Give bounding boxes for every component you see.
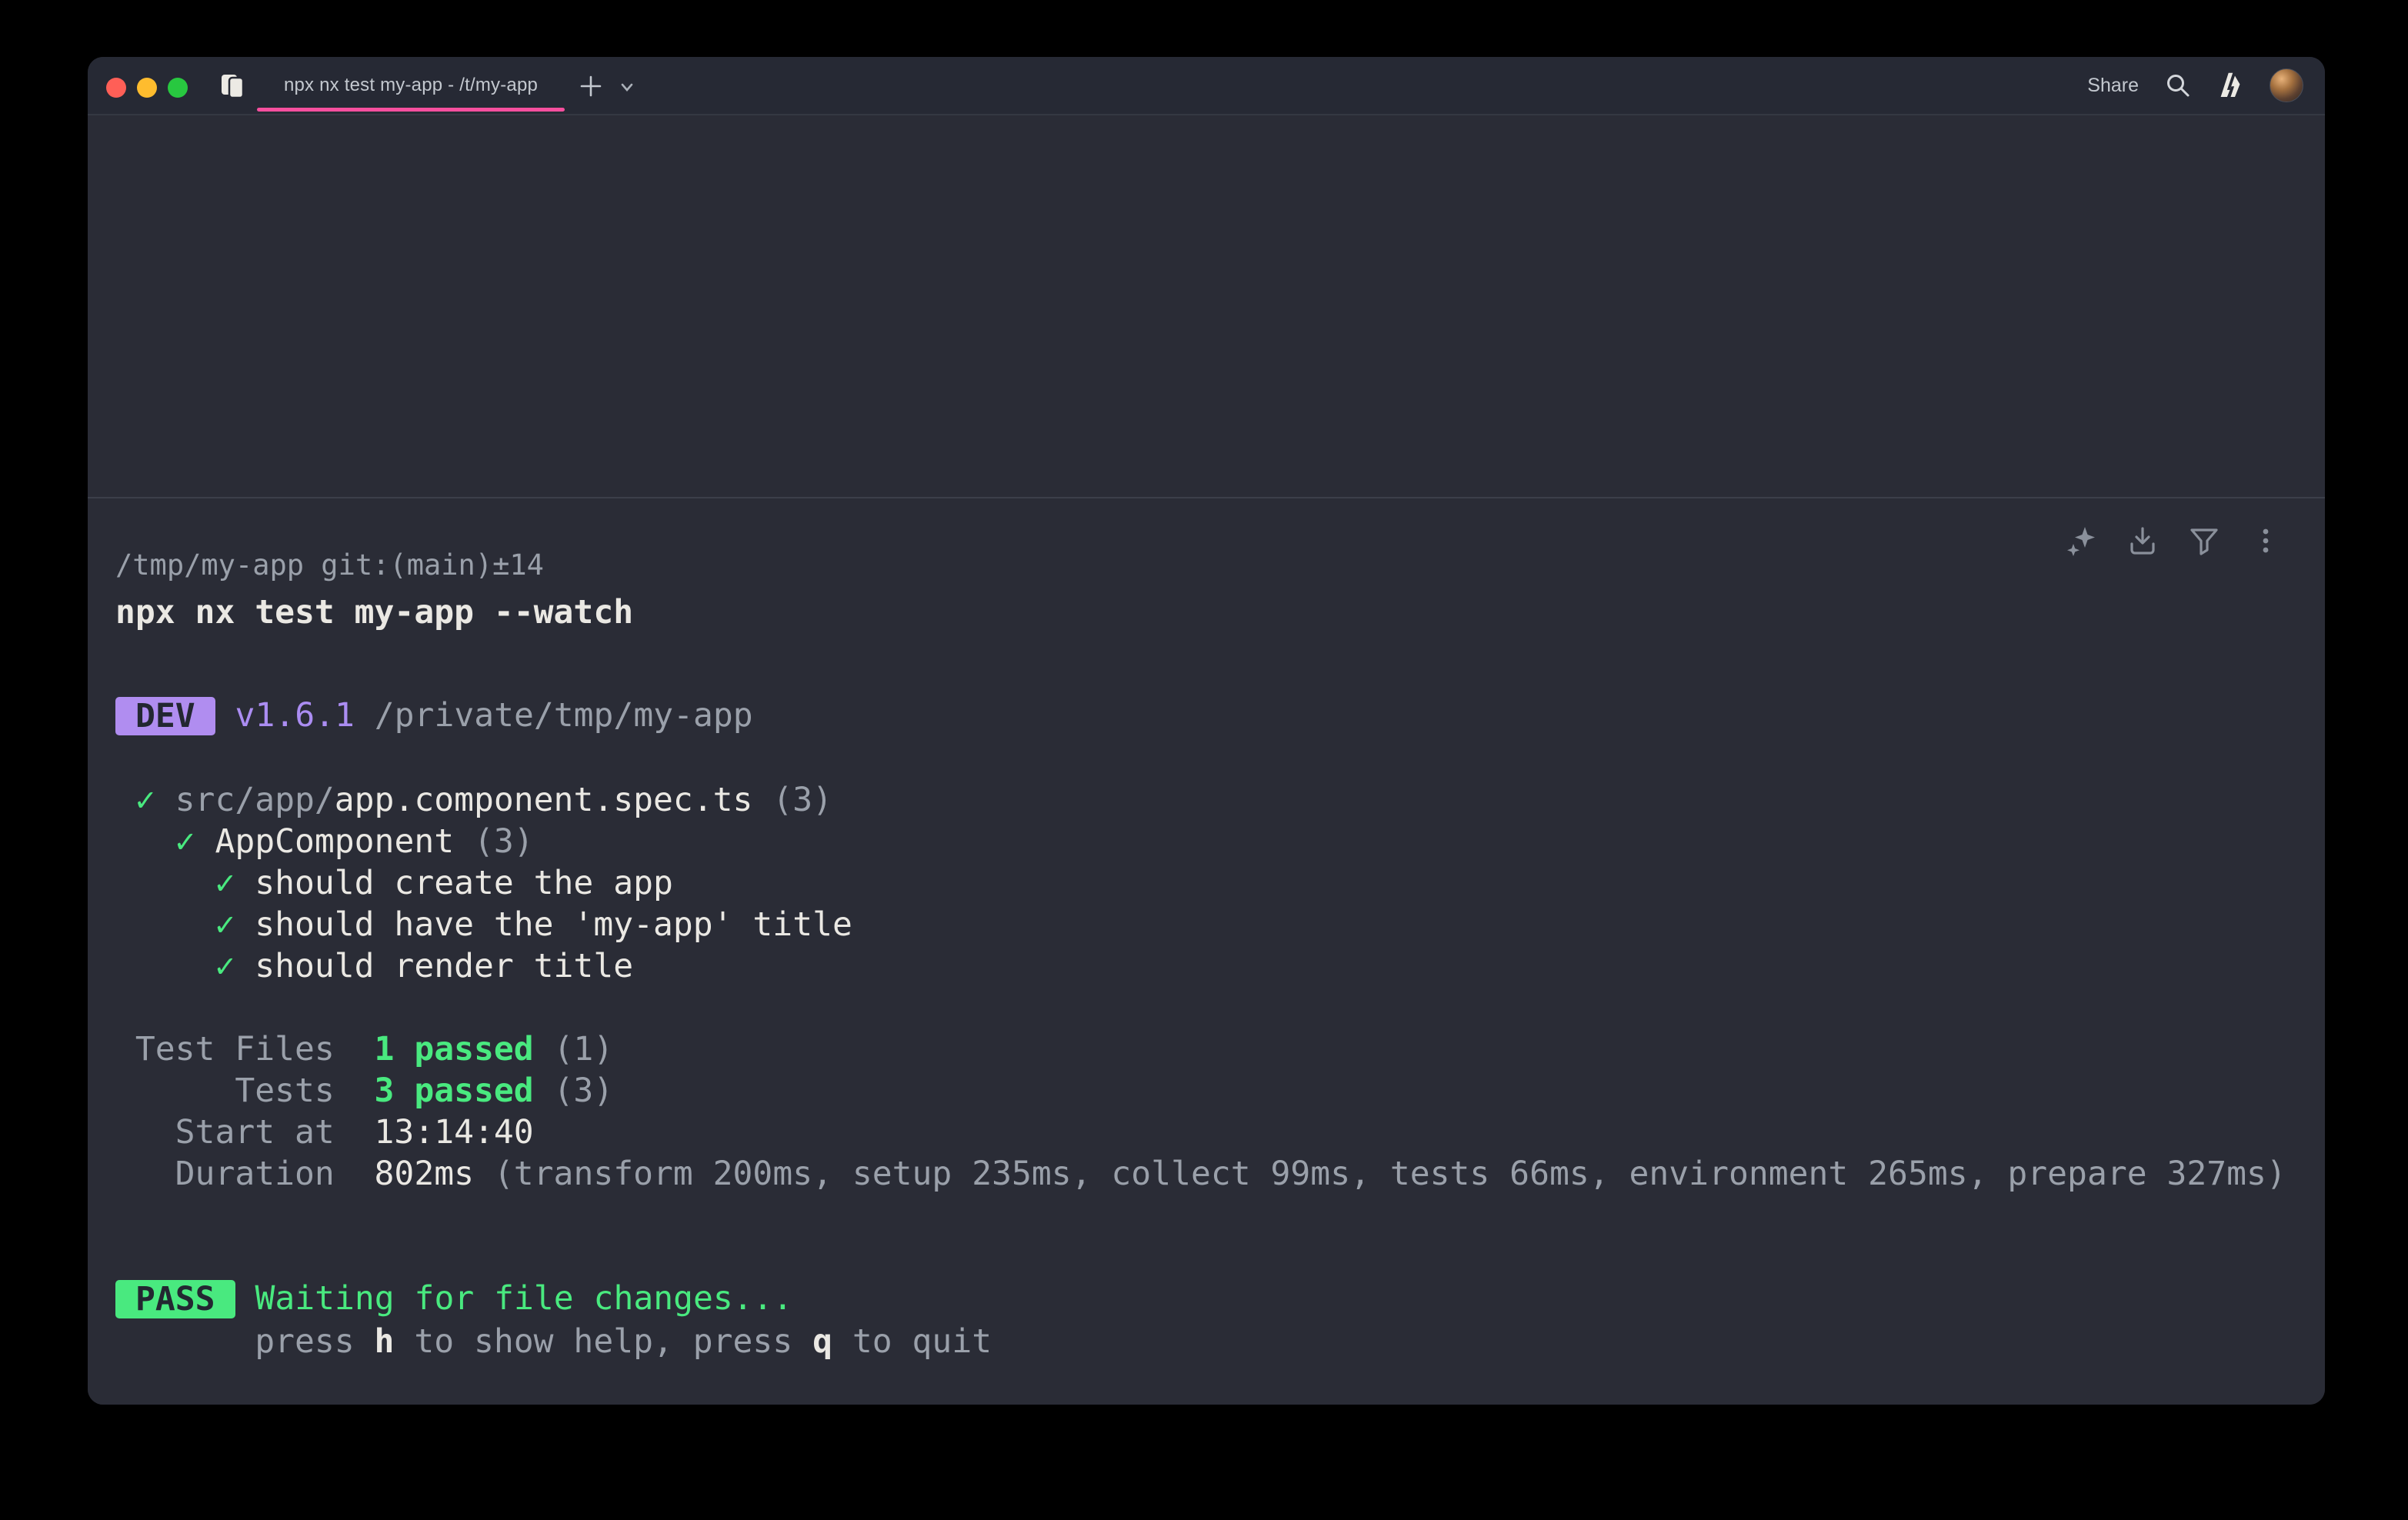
summary-test-files: Test Files 1 passed (1) [115,1028,613,1070]
dev-badge: DEV [115,697,215,735]
zoom-window-button[interactable] [168,78,188,98]
pass-badge: PASS [115,1280,235,1318]
check-icon: ✓ [115,822,215,861]
check-icon: ✓ [115,781,175,819]
close-window-button[interactable] [106,78,126,98]
warp-logo-icon[interactable] [2217,71,2245,100]
new-tab-plus-icon[interactable] [577,72,605,100]
summary-duration: Duration 802ms (transform 200ms, setup 2… [115,1153,2286,1195]
minimize-window-button[interactable] [137,78,157,98]
check-icon: ✓ [115,947,255,985]
download-icon[interactable] [2125,523,2160,558]
watch-hint-line: press h to show help, press q to quit [115,1321,992,1362]
share-button[interactable]: Share [2087,75,2139,97]
terminal-pane[interactable]: /tmp/my-app git:(main)±14 npx nx test my… [88,117,2325,1405]
test-case-line: ✓ should create the app [115,862,673,904]
summary-tests: Tests 3 passed (3) [115,1070,613,1112]
active-tab-indicator [257,108,565,112]
test-suite-line: ✓ AppComponent (3) [115,821,534,862]
test-case-line: ✓ should render title [115,945,633,987]
sparkles-icon[interactable] [2063,523,2099,558]
filter-icon[interactable] [2186,523,2222,558]
tab-title: npx nx test my-app - /t/my-app [284,75,538,96]
vitest-header-line: DEV v1.6.1 /private/tmp/my-app [115,695,753,736]
shell-prompt: /tmp/my-app git:(main)±14 [115,545,544,586]
command-line: npx nx test my-app --watch [115,592,633,633]
chevron-down-icon[interactable] [619,78,635,95]
watch-status-line: PASS Waiting for file changes... [115,1278,792,1319]
avatar[interactable] [2270,68,2303,102]
test-case-line: ✓ should have the 'my-app' title [115,904,852,945]
test-file-line: ✓ src/app/app.component.spec.ts (3) [115,779,832,821]
pages-icon[interactable] [218,72,246,100]
warp-terminal-window: npx nx test my-app - /t/my-app Share [88,57,2325,1405]
check-icon: ✓ [115,864,255,902]
block-separator [88,497,2325,498]
titlebar: npx nx test my-app - /t/my-app Share [88,57,2325,115]
traffic-lights [106,78,188,98]
kebab-menu-icon[interactable] [2248,523,2283,558]
block-toolbar [2063,523,2283,558]
tab-npx-nx-test[interactable]: npx nx test my-app - /t/my-app [257,57,565,114]
search-icon[interactable] [2163,71,2193,100]
summary-start-at: Start at 13:14:40 [115,1112,534,1153]
check-icon: ✓ [115,905,255,944]
